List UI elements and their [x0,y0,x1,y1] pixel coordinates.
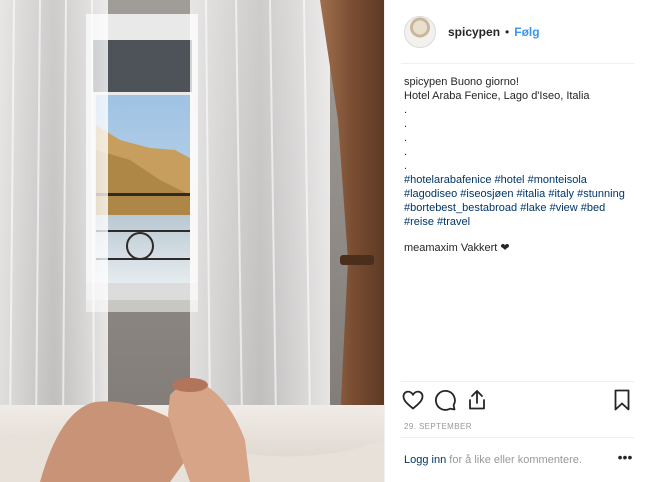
hashtag-link[interactable]: #bortebest_bestabroad [404,202,517,214]
more-options-icon[interactable]: ••• [616,450,634,466]
login-prompt-text: for å like eller kommentere. [449,454,582,466]
hashtag-line: #bortebest_bestabroad #lake #view #bed [404,201,644,215]
post-details-panel: spicypen • Følg spicypen Buono giorno! H… [384,0,651,482]
caption-text-line-1: Buono giorno! [450,76,519,88]
caption-dot: . [404,104,408,116]
post-header: spicypen • Følg [404,16,540,48]
hotel-window-bed-image [0,0,384,482]
hashtag-link[interactable]: #hotelarabafenice [404,174,491,186]
comment-item: meamaxim Vakkert ❤ [404,241,644,255]
header-divider [401,63,634,64]
login-prompt: Logg inn for å like eller kommentere. [404,454,582,466]
hashtag-link[interactable]: #italia [517,188,546,200]
caption-text-line-2: Hotel Araba Fenice, Lago d'Iseo, Italia [404,90,590,102]
follow-button[interactable]: Følg [514,25,539,39]
caption-username[interactable]: spicypen [404,76,447,88]
author-username[interactable]: spicypen [448,25,500,39]
hashtag-link[interactable]: #lagodiseo [404,188,457,200]
hashtag-link[interactable]: #view [550,202,578,214]
hashtag-link[interactable]: #lake [520,202,546,214]
hashtag-link[interactable]: #monteisola [528,174,587,186]
caption-dot: . [404,118,408,130]
comment-icon[interactable] [433,388,457,412]
post-photo[interactable] [0,0,384,482]
bookmark-icon[interactable] [610,388,634,412]
hashtag-link[interactable]: #bed [581,202,605,214]
hashtag-line: #reise #travel [404,215,644,229]
hashtag-link[interactable]: #travel [437,216,470,228]
share-icon[interactable] [465,388,489,412]
login-link[interactable]: Logg inn [404,454,446,466]
heart-icon[interactable] [401,388,425,412]
action-bar [401,388,634,412]
hashtag-line: #lagodiseo #iseosjøen #italia #italy #st… [404,187,644,201]
hashtag-link[interactable]: #reise [404,216,434,228]
caption-dot: . [404,160,408,172]
post-date[interactable]: 29. SEPTEMBER [404,422,472,431]
hashtag-line: #hotelarabafenice #hotel #monteisola [404,173,644,187]
hashtag-link[interactable]: #iseosjøen [460,188,513,200]
hashtag-link[interactable]: #hotel [495,174,525,186]
separator-dot: • [505,25,510,39]
hashtag-link[interactable]: #italy [548,188,574,200]
hashtag-link[interactable]: #stunning [577,188,625,200]
comment-username[interactable]: meamaxim [404,242,458,254]
footer-divider [401,437,634,438]
caption-dot: . [404,146,408,158]
caption-dot: . [404,132,408,144]
actions-divider [401,381,634,382]
comment-text: Vakkert ❤ [460,242,510,254]
avatar[interactable] [404,16,436,48]
instagram-post-view: spicypen • Følg spicypen Buono giorno! H… [0,0,651,482]
post-caption: spicypen Buono giorno! Hotel Araba Fenic… [404,75,644,255]
